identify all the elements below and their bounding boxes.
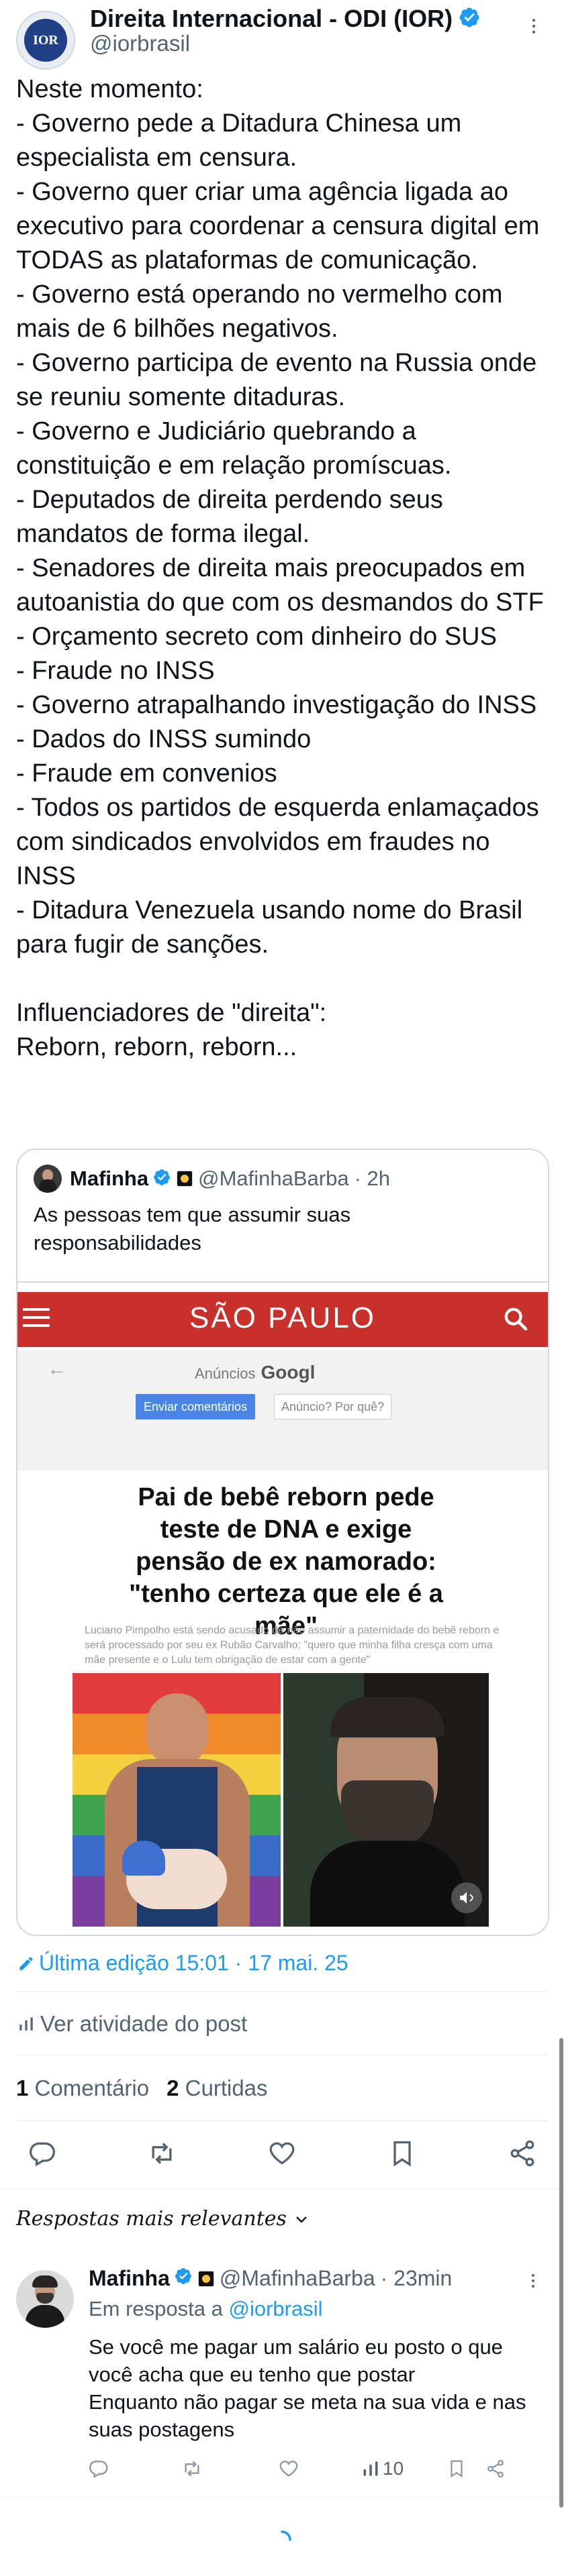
post-text: Neste momento: - Governo pede a Ditadura… xyxy=(16,75,544,1061)
quote-author-handle[interactable]: @MafinhaBarba xyxy=(198,1167,348,1191)
news-body: Luciano Pimpolho está sendo acusado de n… xyxy=(85,1625,500,1666)
in-reply-to: Em resposta a @iorbrasil xyxy=(89,2297,323,2321)
ads-label: Anúncios xyxy=(195,1365,256,1382)
reply-icon[interactable] xyxy=(87,2458,109,2479)
replies-sort-label: Respostas mais relevantes xyxy=(16,2207,287,2231)
last-edited-link[interactable]: Última edição 15:01 · 17 mai. 25 xyxy=(17,1951,348,1976)
pencil-icon xyxy=(17,1955,35,1972)
reply-author-handle[interactable]: @MafinhaBarba xyxy=(220,2266,375,2291)
author-handle[interactable]: @iorbrasil xyxy=(90,31,190,56)
quote-text: As pessoas tem que assumir suas responsa… xyxy=(34,1203,351,1254)
quote-author-avatar xyxy=(34,1165,62,1193)
comments-stat[interactable]: 1 Comentário xyxy=(16,2076,149,2101)
news-headline: Pai de bebê reborn pede teste de DNA e e… xyxy=(129,1483,443,1640)
engagement-counts: 1 Comentário 2 Curtidas xyxy=(16,2076,268,2101)
affiliate-badge-icon xyxy=(197,2270,214,2287)
more-icon[interactable] xyxy=(524,16,544,36)
likes-count: 2 xyxy=(167,2076,179,2100)
verified-icon xyxy=(152,1168,171,1190)
analytics-icon xyxy=(361,2459,380,2478)
ads-brand: Googl xyxy=(261,1362,316,1383)
news-photo-left xyxy=(73,1673,281,1927)
quote-media[interactable]: SÃO PAULO ← Anúncios Googl Enviar coment… xyxy=(17,1281,548,1935)
divider xyxy=(16,2054,548,2055)
divider xyxy=(0,2188,564,2190)
avatar-logo-text: IOR xyxy=(33,32,58,48)
action-bar xyxy=(27,2136,537,2171)
more-icon[interactable] xyxy=(524,2271,543,2290)
likes-label: Curtidas xyxy=(185,2076,268,2100)
reply-header: Mafinha @MafinhaBarba · 23min xyxy=(89,2266,452,2291)
reply-author-name[interactable]: Mafinha xyxy=(89,2266,170,2291)
quote-header: Mafinha @MafinhaBarba · 2h xyxy=(34,1165,390,1193)
quoted-post[interactable]: Mafinha @MafinhaBarba · 2h As pessoas te… xyxy=(16,1148,549,1936)
reply-text: Se você me pagar um salário eu posto o q… xyxy=(89,2335,526,2441)
likes-stat[interactable]: 2 Curtidas xyxy=(167,2076,267,2101)
divider xyxy=(16,2120,548,2121)
views-stat[interactable]: 10 xyxy=(361,2458,404,2479)
news-photo-right xyxy=(283,1673,489,1927)
in-reply-handle[interactable]: @iorbrasil xyxy=(229,2297,323,2320)
back-arrow-icon: ← xyxy=(47,1358,67,1380)
comments-count: 1 xyxy=(16,2076,29,2100)
share-icon[interactable] xyxy=(508,2139,537,2168)
like-icon[interactable] xyxy=(278,2458,299,2479)
repost-icon[interactable] xyxy=(147,2139,177,2168)
reply-action-bar: 10 xyxy=(87,2457,544,2481)
chevron-down-icon xyxy=(293,2211,310,2227)
last-edited-text: Última edição 15:01 · 17 mai. 25 xyxy=(39,1951,348,1975)
reply-author-avatar[interactable] xyxy=(16,2270,74,2328)
why-ad-button: Anúncio? Por quê? xyxy=(274,1394,392,1419)
view-activity-text: Ver atividade do post xyxy=(40,2011,248,2036)
author-name-row: Direita Internacional - ODI (IOR) xyxy=(90,4,481,34)
in-reply-prefix: Em resposta a xyxy=(89,2297,223,2320)
site-title: SÃO PAULO xyxy=(189,1301,377,1334)
like-icon[interactable] xyxy=(267,2139,297,2168)
quote-author-name[interactable]: Mafinha xyxy=(70,1167,148,1191)
mute-icon[interactable] xyxy=(451,1882,482,1913)
scrollbar-thumb[interactable] xyxy=(559,2038,563,2508)
repost-icon[interactable] xyxy=(181,2458,203,2479)
reply-icon[interactable] xyxy=(27,2139,56,2168)
divider xyxy=(16,1991,548,1992)
spinner-icon xyxy=(271,2529,293,2551)
bookmark-icon[interactable] xyxy=(387,2139,417,2168)
share-icon[interactable] xyxy=(485,2459,506,2479)
quote-time[interactable]: · 2h xyxy=(355,1167,390,1191)
replies-sort-dropdown[interactable]: Respostas mais relevantes xyxy=(16,2207,310,2231)
site-header: SÃO PAULO xyxy=(17,1292,548,1347)
views-count: 10 xyxy=(383,2458,404,2479)
search-icon xyxy=(502,1305,529,1332)
verified-icon xyxy=(458,6,481,32)
bookmark-icon[interactable] xyxy=(446,2459,467,2479)
author-name[interactable]: Direita Internacional - ODI (IOR) xyxy=(90,5,453,33)
comments-label: Comentário xyxy=(34,2076,150,2100)
author-avatar[interactable]: IOR xyxy=(16,11,75,70)
analytics-icon xyxy=(17,2015,35,2033)
reply-time[interactable]: · 23min xyxy=(381,2266,453,2291)
view-activity-link[interactable]: Ver atividade do post xyxy=(17,2011,247,2037)
send-feedback-button: Enviar comentários xyxy=(136,1394,256,1419)
ad-bar: ← Anúncios Googl Enviar comentários Anún… xyxy=(17,1350,548,1470)
verified-icon xyxy=(174,2266,193,2291)
affiliate-badge-icon xyxy=(177,1171,193,1187)
divider xyxy=(0,2497,564,2498)
